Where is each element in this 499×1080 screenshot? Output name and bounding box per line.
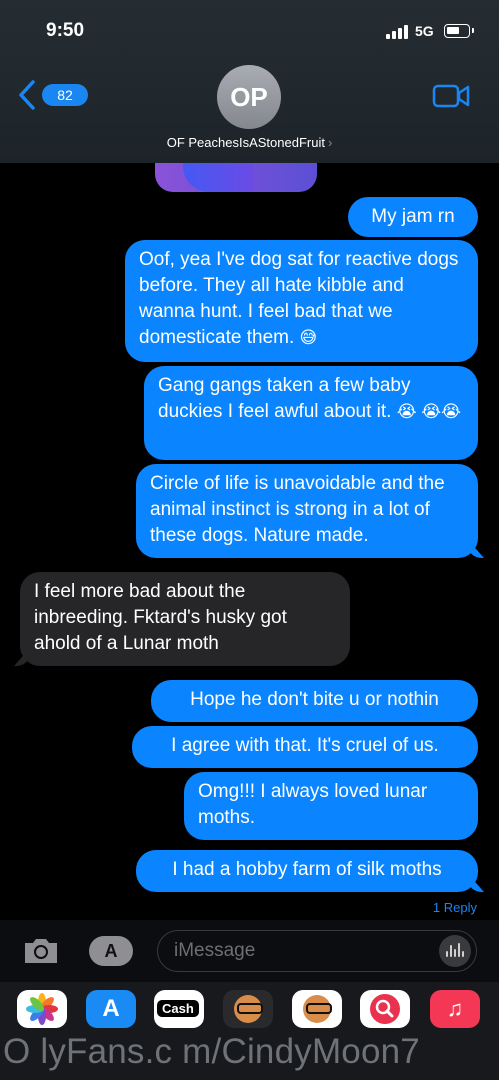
- battery-icon: [444, 24, 474, 38]
- audio-message-button[interactable]: [439, 935, 471, 967]
- cash-label: Cash: [157, 1000, 199, 1017]
- contact-name[interactable]: OF PeachesIsAStonedFruit ›: [0, 135, 499, 150]
- message-bubble[interactable]: Circle of life is unavoidable and the an…: [136, 464, 478, 558]
- status-bar: 9:50 5G: [0, 18, 499, 46]
- memoji-icon[interactable]: [223, 990, 273, 1028]
- message-bubble[interactable]: I feel more bad about the inbreeding. Fk…: [20, 572, 350, 666]
- message-bubble[interactable]: I agree with that. It's cruel of us.: [132, 726, 478, 768]
- emoji-crying: 😭 😭😭: [396, 402, 462, 421]
- app-store-app-icon[interactable]: A: [86, 990, 136, 1028]
- reply-count-link[interactable]: 1 Reply: [433, 900, 477, 915]
- back-button[interactable]: 82: [18, 78, 88, 112]
- network-label: 5G: [415, 23, 434, 39]
- chevron-right-icon: ›: [327, 135, 333, 150]
- message-bubble[interactable]: Omg!!! I always loved lunar moths.: [184, 772, 478, 840]
- message-field[interactable]: [157, 930, 477, 972]
- cash-app-icon[interactable]: Cash: [154, 990, 204, 1028]
- message-bubble[interactable]: My jam rn: [348, 197, 478, 237]
- video-call-icon[interactable]: [432, 83, 470, 109]
- conversation-header: 9:50 5G 82 OP OF PeachesIsAStonedFruit ›: [0, 0, 499, 163]
- message-bubble[interactable]: Oof, yea I've dog sat for reactive dogs …: [125, 240, 478, 362]
- app-store-icon: A: [104, 941, 118, 961]
- memoji-stickers-icon[interactable]: [292, 990, 342, 1028]
- watermark: O lyFans.c m/CindyMoon7: [3, 1032, 420, 1071]
- chevron-left-icon: [19, 80, 35, 110]
- contact-name-label: OF PeachesIsAStonedFruit: [166, 135, 325, 150]
- status-time: 9:50: [46, 20, 85, 41]
- camera-icon[interactable]: [21, 934, 61, 966]
- photos-icon[interactable]: [17, 990, 67, 1028]
- unread-count-badge: 82: [42, 84, 88, 106]
- message-input-bar: A: [0, 920, 499, 982]
- message-bubble[interactable]: Gang gangs taken a few baby duckies I fe…: [144, 366, 478, 460]
- app-store-button[interactable]: A: [89, 936, 133, 966]
- signal-icon: [386, 25, 410, 39]
- contact-avatar[interactable]: OP: [217, 65, 281, 129]
- emoji-sweat-smile: 😅: [299, 328, 318, 347]
- message-bubble[interactable]: Hope he don't bite u or nothin: [151, 680, 478, 722]
- message-input[interactable]: [174, 931, 424, 970]
- music-icon[interactable]: ♫: [430, 990, 480, 1028]
- message-bubble[interactable]: I had a hobby farm of silk moths: [136, 850, 478, 892]
- web-search-icon[interactable]: [360, 990, 410, 1028]
